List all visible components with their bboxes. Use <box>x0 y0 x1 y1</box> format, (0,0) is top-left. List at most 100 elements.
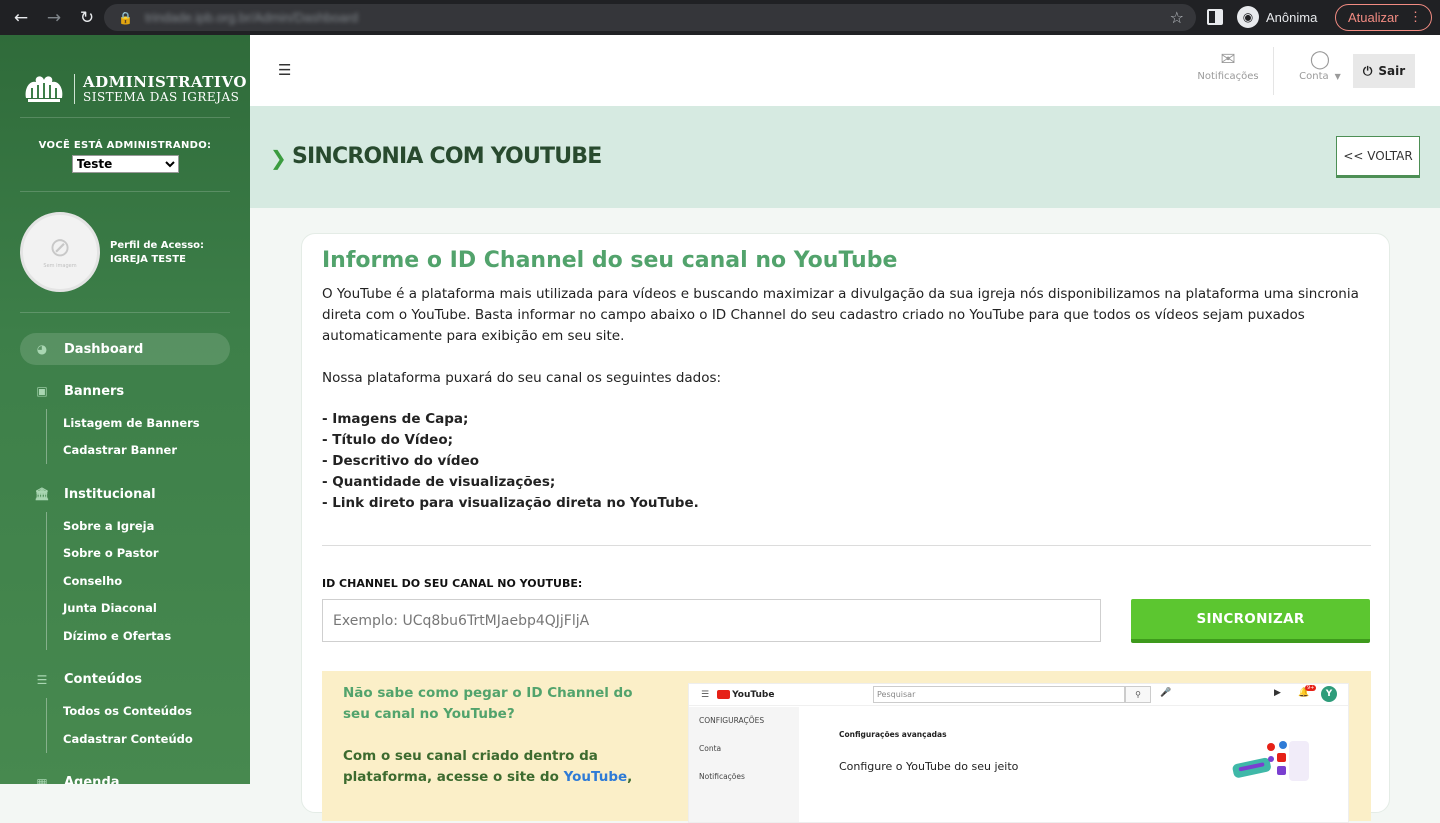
help-text-after: , <box>627 769 633 785</box>
yt-header: ☰ YouTube Pesquisar ⚲ 🎤 ▶ 🔔 9+ Y <box>689 684 1348 706</box>
youtube-link[interactable]: YouTube <box>564 769 628 785</box>
profile-label: Perfil de Acesso: <box>110 239 205 251</box>
submenu-item-cadastrar-conteudo[interactable]: Cadastrar Conteúdo <box>63 725 250 753</box>
yt-section-title: Configurações avançadas <box>839 730 947 739</box>
sidebar-menu: ◕ Dashboard ▣ Banners Listagem de Banner… <box>0 313 250 784</box>
url-text: trindade.ipb.org.br/Admin/Dashboard <box>144 10 359 25</box>
submenu-item-todos-conteudos[interactable]: Todos os Conteúdos <box>63 698 250 726</box>
notifications-button[interactable]: ✉ Notificações <box>1193 49 1263 82</box>
page-header: ❯ SINCRONIA COM YOUTUBE << VOLTAR <box>250 106 1440 208</box>
submenu-item-cadastrar-banner[interactable]: Cadastrar Banner <box>63 437 250 465</box>
sidebar-item-label: Agenda <box>64 775 120 784</box>
yt-mic-icon: 🎤 <box>1160 688 1172 698</box>
browser-toolbar: ← → ↻ 🔒 trindade.ipb.org.br/Admin/Dashbo… <box>0 0 1440 35</box>
submenu-item-dizimo-ofertas[interactable]: Dízimo e Ofertas <box>63 622 250 650</box>
list-item: - Descritivo do vídeo <box>322 453 480 469</box>
help-question: Não sabe como pegar o ID Channel do seu … <box>343 685 633 722</box>
incognito-profile[interactable]: ◉ Anônima <box>1237 6 1317 28</box>
sync-button[interactable]: SINCRONIZAR <box>1131 599 1370 643</box>
yt-illustration-icon <box>1232 741 1309 781</box>
sidebar-item-label: Conteúdos <box>64 672 142 687</box>
divider <box>322 545 1371 546</box>
yt-settings-sidebar: CONFIGURAÇÕES Conta Notificações <box>689 707 799 822</box>
submenu-banners: Listagem de Banners Cadastrar Banner <box>46 409 250 464</box>
data-intro-text: Nossa plataforma puxará do seu canal os … <box>322 370 722 386</box>
yt-menu-icon: ☰ <box>701 689 710 700</box>
address-bar[interactable]: 🔒 trindade.ipb.org.br/Admin/Dashboard ☆ <box>104 4 1196 31</box>
chevron-right-icon: ❯ <box>270 146 287 170</box>
page-title: SINCRONIA COM YOUTUBE <box>292 144 602 169</box>
list-item: - Quantidade de visualizações; <box>322 474 556 490</box>
data-list: - Imagens de Capa; - Título do Vídeo; - … <box>322 409 699 514</box>
admin-selector: VOCÊ ESTÁ ADMINISTRANDO: Teste <box>0 118 250 191</box>
logout-button[interactable]: ⏻ Sair <box>1353 54 1415 88</box>
reload-icon[interactable]: ↻ <box>75 6 99 30</box>
hamburger-menu-icon[interactable]: ☰ <box>278 61 291 79</box>
youtube-sync-card: Informe o ID Channel do seu canal no You… <box>301 233 1390 823</box>
no-camera-icon: ⊘ <box>49 233 71 263</box>
mailbox-icon: ✉ <box>1220 49 1236 70</box>
more-vert-icon: ⋮ <box>1409 9 1422 24</box>
profile-block: ⊘ Sem imagem Perfil de Acesso: IGREJA TE… <box>0 192 250 312</box>
help-text-before: Com o seu canal criado dentro da platafo… <box>343 748 598 785</box>
brand[interactable]: ADMINISTRATIVO SISTEMA DAS IGREJAS <box>0 35 250 117</box>
user-circle-icon: ◯ <box>1309 49 1331 70</box>
calendar-icon: ▦ <box>36 775 48 785</box>
forward-arrow-icon[interactable]: → <box>42 6 66 30</box>
submenu-institucional: Sobre a Igreja Sobre o Pastor Conselho J… <box>46 512 250 650</box>
list-item: - Imagens de Capa; <box>322 411 469 427</box>
sidebar-item-conteudos[interactable]: ☰ Conteúdos <box>20 664 230 696</box>
sidebar-item-banners[interactable]: ▣ Banners <box>20 375 230 407</box>
yt-headline: Configure o YouTube do seu jeito <box>839 760 1019 773</box>
sidebar-item-dashboard[interactable]: ◕ Dashboard <box>20 333 230 365</box>
power-icon: ⏻ <box>1362 63 1373 78</box>
avatar-placeholder-text: Sem imagem <box>43 263 77 269</box>
topbar-divider <box>1273 47 1274 95</box>
submenu-item-sobre-igreja[interactable]: Sobre a Igreja <box>63 512 250 540</box>
yt-notification-badge: 9+ <box>1305 685 1317 691</box>
logout-label: Sair <box>1378 64 1406 78</box>
yt-side-item: Notificações <box>699 772 745 781</box>
avatar: ⊘ Sem imagem <box>20 212 100 292</box>
institution-icon: 🏛 <box>34 487 50 501</box>
account-menu[interactable]: ◯ Conta ▼ <box>1290 49 1350 82</box>
topbar: ☰ ✉ Notificações ◯ Conta ▼ ⏻ Sair <box>250 35 1440 106</box>
submenu-item-sobre-pastor[interactable]: Sobre o Pastor <box>63 540 250 568</box>
submenu-conteudos: Todos os Conteúdos Cadastrar Conteúdo <box>46 697 250 753</box>
church-select[interactable]: Teste <box>71 155 179 173</box>
image-icon: ▣ <box>36 384 48 398</box>
lock-icon: 🔒 <box>118 10 133 25</box>
caret-down-icon: ▼ <box>1334 72 1341 81</box>
help-box: Não sabe como pegar o ID Channel do seu … <box>322 671 1371 823</box>
notifications-label: Notificações <box>1197 71 1259 82</box>
church-logo-icon <box>22 72 66 106</box>
card-description: O YouTube é a plataforma mais utilizada … <box>322 284 1362 389</box>
sidebar-item-agenda[interactable]: ▦ Agenda <box>20 767 230 785</box>
brand-divider <box>74 74 75 104</box>
side-panel-icon[interactable] <box>1207 9 1223 25</box>
yt-side-item: Conta <box>699 744 722 753</box>
yt-create-icon: ▶ <box>1274 688 1281 698</box>
submenu-item-listagem-banners[interactable]: Listagem de Banners <box>63 409 250 437</box>
sidebar-item-label: Dashboard <box>64 341 144 357</box>
brand-title: ADMINISTRATIVO <box>83 73 247 91</box>
list-item: - Link direto para visualização direta n… <box>322 495 699 511</box>
yt-play-icon <box>717 690 731 699</box>
admin-label: VOCÊ ESTÁ ADMINISTRANDO: <box>38 140 212 151</box>
list-icon: ☰ <box>36 672 48 687</box>
submenu-item-conselho[interactable]: Conselho <box>63 567 250 595</box>
sidebar-item-institucional[interactable]: 🏛 Institucional <box>20 478 230 510</box>
youtube-settings-screenshot: ☰ YouTube Pesquisar ⚲ 🎤 ▶ 🔔 9+ Y CONFIGU… <box>688 683 1349 823</box>
yt-search-icon: ⚲ <box>1125 686 1151 703</box>
bookmark-star-icon[interactable]: ☆ <box>1170 8 1184 27</box>
channel-id-input[interactable] <box>322 599 1101 642</box>
yt-search-input: Pesquisar <box>873 686 1125 703</box>
yt-avatar: Y <box>1321 686 1337 702</box>
back-button[interactable]: << VOLTAR <box>1336 136 1420 178</box>
back-arrow-icon[interactable]: ← <box>9 6 33 30</box>
update-button[interactable]: Atualizar ⋮ <box>1335 4 1432 31</box>
help-text: Com o seu canal criado dentro da platafo… <box>343 746 633 788</box>
channel-id-label: ID CHANNEL DO SEU CANAL NO YOUTUBE: <box>322 577 583 590</box>
update-label: Atualizar <box>1348 10 1399 25</box>
submenu-item-junta-diaconal[interactable]: Junta Diaconal <box>63 595 250 623</box>
